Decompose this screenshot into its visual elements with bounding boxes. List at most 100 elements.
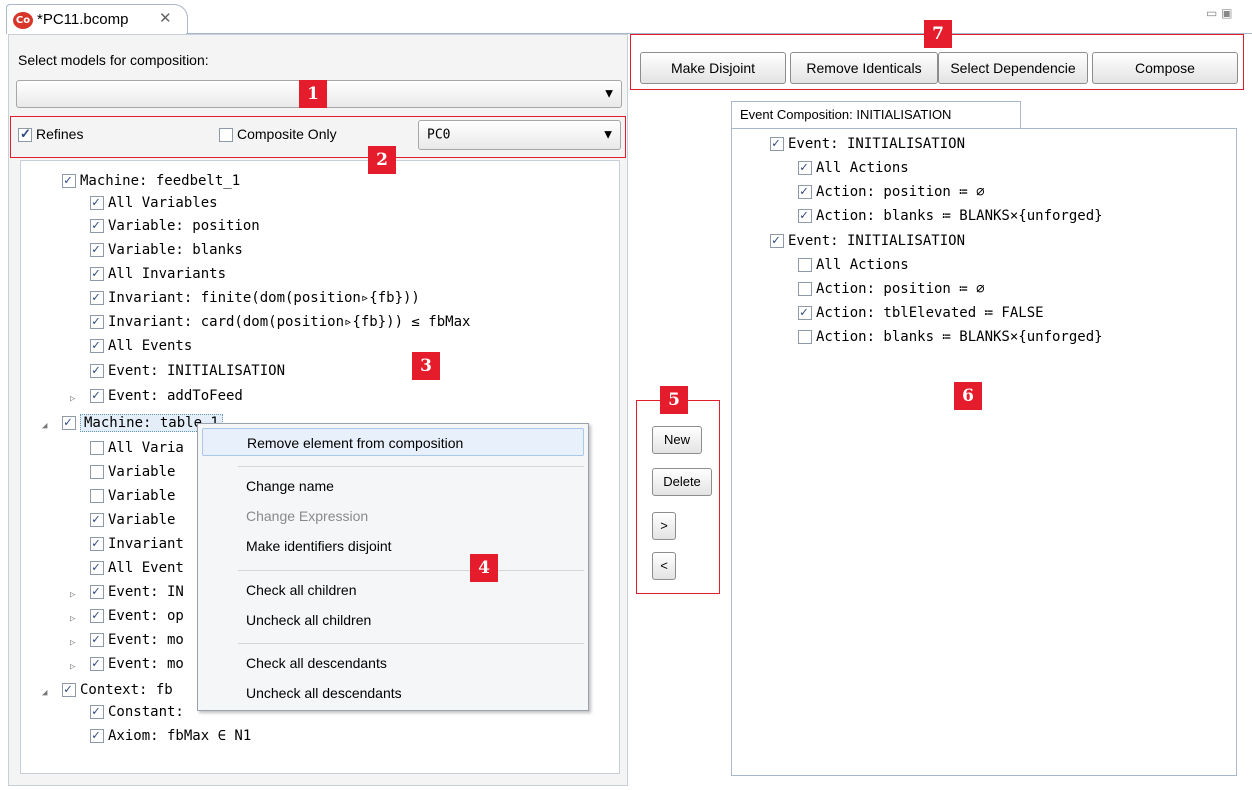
tree-node[interactable]: Variable [90, 463, 175, 481]
event-composition-checkbox[interactable] [798, 258, 812, 272]
tree-node[interactable]: All Events [90, 337, 192, 355]
tree-node-checkbox[interactable] [90, 441, 104, 455]
event-composition-checkbox[interactable] [798, 207, 812, 225]
tree-node-label: All Varia [108, 440, 184, 456]
event-composition-node[interactable]: Event: INITIALISATION [770, 135, 965, 153]
menu-item-check-all-children[interactable]: Check all children [246, 582, 357, 598]
editor-tab-strip: Co *PC11.bcomp ✕ ▭ ▣ [0, 0, 1252, 34]
expand-icon[interactable]: ▷ [70, 634, 75, 652]
event-composition-node[interactable]: Action: position ≔ ∅ [798, 280, 985, 298]
tree-node-label: Variable [108, 464, 176, 480]
event-composition-label: Event: INITIALISATION [788, 136, 966, 152]
tree-node-checkbox[interactable] [62, 681, 76, 699]
event-composition-node[interactable]: Action: blanks ≔ BLANKS×{unforged} [798, 328, 1103, 346]
tree-node-checkbox[interactable] [90, 583, 104, 601]
tree-node-checkbox[interactable] [90, 727, 104, 745]
tree-node[interactable]: ◢ Context: fb [42, 681, 173, 699]
tree-node-label: Event: addToFeed [108, 388, 243, 404]
tree-node[interactable]: All Variables [90, 194, 218, 212]
chevron-down-icon: ▼ [605, 88, 613, 100]
event-composition-node[interactable]: All Actions [798, 159, 909, 177]
menu-item-check-all-descendants[interactable]: Check all descendants [246, 655, 387, 671]
menu-item-uncheck-all-children[interactable]: Uncheck all children [246, 612, 371, 628]
tree-node-checkbox[interactable] [90, 265, 104, 283]
tree-node[interactable]: Invariant [90, 535, 184, 553]
event-composition-node[interactable]: Event: INITIALISATION [770, 232, 965, 250]
menu-item-remove-element[interactable]: Remove element from composition [202, 428, 584, 456]
tree-node[interactable]: All Event [90, 559, 184, 577]
tree-node-checkbox[interactable] [90, 607, 104, 625]
event-composition-panel [731, 128, 1237, 776]
event-composition-node[interactable]: Action: blanks ≔ BLANKS×{unforged} [798, 207, 1103, 225]
tree-node[interactable]: ▷ Event: addToFeed [70, 387, 243, 405]
tree-node-checkbox[interactable] [90, 631, 104, 649]
close-icon[interactable]: ✕ [159, 9, 172, 27]
tree-node[interactable]: Machine: feedbelt_1 [62, 172, 240, 190]
event-composition-node[interactable]: Action: position ≔ ∅ [798, 183, 985, 201]
tree-node-checkbox[interactable] [90, 511, 104, 529]
tree-node[interactable]: Invariant: card(dom(position▹{fb})) ≤ fb… [90, 313, 470, 331]
tree-node[interactable]: Variable: blanks [90, 241, 243, 259]
tree-node[interactable]: Constant: [90, 703, 184, 721]
annotation-box-2 [10, 116, 626, 158]
annotation-label-4: 4 [470, 554, 498, 582]
event-composition-checkbox[interactable] [798, 304, 812, 322]
tree-node-checkbox[interactable] [90, 313, 104, 331]
event-composition-checkbox[interactable] [770, 232, 784, 250]
event-composition-label: Event: INITIALISATION [788, 233, 966, 249]
tree-node[interactable]: Variable [90, 487, 175, 505]
expand-icon[interactable]: ▷ [70, 390, 75, 408]
tree-node-checkbox[interactable] [90, 362, 104, 380]
tree-node-checkbox[interactable] [90, 337, 104, 355]
event-composition-checkbox[interactable] [798, 330, 812, 344]
expand-icon[interactable]: ▷ [70, 658, 75, 676]
collapse-icon[interactable]: ◢ [42, 684, 47, 702]
tree-node-label: Variable [108, 488, 176, 504]
tree-node[interactable]: ▷ Event: IN [70, 583, 184, 601]
tree-node-checkbox[interactable] [62, 414, 76, 432]
tree-node[interactable]: All Varia [90, 439, 184, 457]
tree-node-checkbox[interactable] [90, 387, 104, 405]
editor-tab[interactable]: Co *PC11.bcomp ✕ [6, 4, 188, 34]
tree-node-checkbox[interactable] [90, 703, 104, 721]
tree-node[interactable]: Variable: position [90, 217, 260, 235]
tree-node-checkbox[interactable] [90, 194, 104, 212]
tree-node[interactable]: All Invariants [90, 265, 226, 283]
tree-node[interactable]: Invariant: finite(dom(position▹{fb})) [90, 289, 420, 307]
tree-node[interactable]: ▷ Event: op [70, 607, 184, 625]
tree-node-checkbox[interactable] [62, 172, 76, 190]
tree-node-checkbox[interactable] [90, 289, 104, 307]
tree-node-checkbox[interactable] [90, 559, 104, 577]
tree-node-label: Machine: feedbelt_1 [80, 173, 241, 189]
tree-node[interactable]: ▷ Event: mo [70, 655, 184, 673]
event-composition-checkbox[interactable] [798, 159, 812, 177]
tree-node-checkbox[interactable] [90, 655, 104, 673]
expand-icon[interactable]: ▷ [70, 586, 75, 604]
tree-node-label: Variable [108, 512, 176, 528]
tree-node-checkbox[interactable] [90, 217, 104, 235]
tree-node[interactable]: Axiom: fbMax ∈ N1 [90, 727, 251, 745]
menu-item-change-name[interactable]: Change name [246, 478, 334, 494]
tree-node-label: Variable: blanks [108, 242, 243, 258]
tree-node[interactable]: Variable [90, 511, 175, 529]
event-composition-node[interactable]: Action: tblElevated ≔ FALSE [798, 304, 1044, 322]
annotation-label-2: 2 [368, 146, 396, 174]
event-composition-checkbox[interactable] [770, 135, 784, 153]
collapse-icon[interactable]: ◢ [42, 417, 47, 435]
menu-item-make-identifiers-disjoint[interactable]: Make identifiers disjoint [246, 538, 392, 554]
event-composition-node[interactable]: All Actions [798, 256, 909, 274]
tree-node[interactable]: Event: INITIALISATION [90, 362, 285, 380]
event-composition-tab[interactable]: Event Composition: INITIALISATION [731, 101, 1021, 129]
annotation-box-5 [636, 400, 720, 594]
tree-node-checkbox[interactable] [90, 535, 104, 553]
expand-icon[interactable]: ▷ [70, 610, 75, 628]
tree-node-checkbox[interactable] [90, 465, 104, 479]
tree-node-checkbox[interactable] [90, 489, 104, 503]
window-controls-icon[interactable]: ▭ ▣ [1206, 6, 1233, 20]
tree-node-checkbox[interactable] [90, 241, 104, 259]
event-composition-checkbox[interactable] [798, 282, 812, 296]
event-composition-checkbox[interactable] [798, 183, 812, 201]
menu-item-uncheck-all-descendants[interactable]: Uncheck all descendants [246, 685, 402, 701]
tree-node[interactable]: ▷ Event: mo [70, 631, 184, 649]
tree-node-label: All Event [108, 560, 184, 576]
